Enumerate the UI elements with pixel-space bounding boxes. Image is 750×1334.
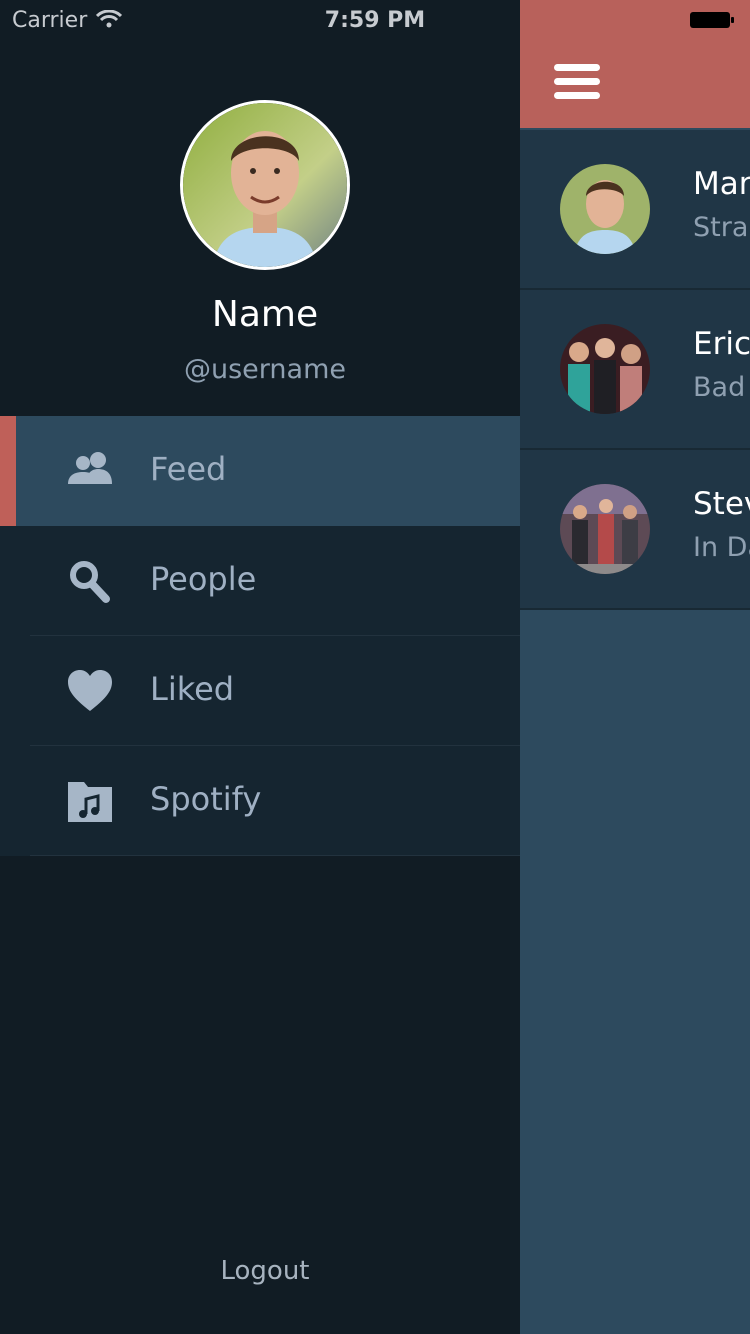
- search-icon: [70, 561, 110, 603]
- side-drawer: Name @username Feed People Liked Spotify…: [0, 0, 520, 1334]
- feed-avatar: [560, 324, 650, 414]
- drawer-menu: Feed People Liked Spotify: [0, 416, 520, 856]
- feed-subtitle: In Da: [693, 532, 750, 563]
- menu-item-label: People: [150, 560, 257, 598]
- feed-name: Eric: [693, 326, 750, 362]
- hamburger-menu-icon[interactable]: [554, 64, 600, 102]
- feed-subtitle: Bad: [693, 372, 746, 403]
- menu-item-feed[interactable]: Feed: [0, 416, 520, 526]
- divider: [30, 855, 520, 856]
- active-indicator: [0, 416, 16, 526]
- menu-item-people[interactable]: People: [0, 526, 520, 636]
- music-folder-icon: [68, 782, 112, 822]
- feed-row[interactable]: Stev In Da: [520, 450, 750, 610]
- profile-username: @username: [184, 354, 346, 385]
- status-bar: Carrier 7:59 PM: [0, 0, 750, 40]
- feed-avatar: [560, 164, 650, 254]
- battery-icon: [690, 12, 736, 28]
- status-time: 7:59 PM: [324, 8, 426, 33]
- menu-item-spotify[interactable]: Spotify: [0, 746, 520, 856]
- main-content: Mar Stran Eric Bad: [520, 0, 750, 1334]
- feed-row[interactable]: Eric Bad: [520, 290, 750, 450]
- menu-item-label: Spotify: [150, 780, 262, 818]
- feed-name: Stev: [693, 486, 750, 522]
- feed-row[interactable]: Mar Stran: [520, 130, 750, 290]
- profile-avatar[interactable]: [180, 100, 350, 270]
- heart-icon: [68, 670, 112, 711]
- feed-name: Mar: [693, 166, 750, 202]
- logout-button[interactable]: Logout: [0, 1256, 530, 1286]
- menu-item-label: Feed: [150, 450, 227, 488]
- profile-name: Name: [211, 294, 319, 335]
- feed-subtitle: Stran: [693, 212, 750, 243]
- people-icon: [68, 452, 112, 484]
- menu-item-liked[interactable]: Liked: [0, 636, 520, 746]
- menu-item-label: Liked: [150, 670, 235, 708]
- feed-avatar: [560, 484, 650, 574]
